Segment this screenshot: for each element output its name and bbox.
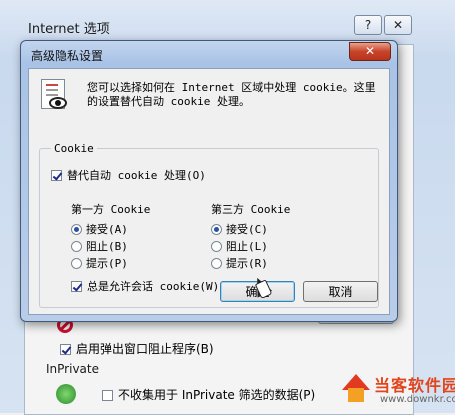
first-party-block-radio[interactable] (71, 241, 82, 252)
first-party-accept-label: 接受(A) (86, 223, 128, 236)
session-cookie-label: 总是允许会话 cookie(W) (87, 280, 220, 293)
first-party-block[interactable]: 阻止(B) (71, 238, 128, 254)
cancel-button[interactable]: 取消 (303, 281, 378, 302)
inprivate-icon (56, 384, 76, 404)
inprivate-option[interactable]: 不收集用于 InPrivate 筛选的数据(P) (102, 386, 315, 403)
popup-blocker-option[interactable]: 启用弹出窗口阻止程序(B) (60, 340, 214, 357)
popup-blocker-checkbox[interactable] (60, 344, 71, 355)
override-option[interactable]: 替代自动 cookie 处理(O) (51, 167, 206, 183)
popup-blocker-label: 启用弹出窗口阻止程序(B) (76, 342, 214, 356)
override-checkbox[interactable] (51, 170, 62, 181)
third-party-prompt-radio[interactable] (211, 258, 222, 269)
override-label: 替代自动 cookie 处理(O) (67, 169, 206, 182)
dialog-body: 您可以选择如何在 Internet 区域中处理 cookie。这里的设置替代自动… (28, 68, 390, 315)
first-party-header: 第一方 Cookie (71, 203, 151, 216)
first-party-block-label: 阻止(B) (86, 240, 128, 253)
first-party-prompt-label: 提示(P) (86, 257, 128, 270)
advanced-privacy-dialog: 高级隐私设置 ✕ 您可以选择如何在 Internet 区域中处理 cookie。… (20, 40, 398, 322)
window-title: Internet 选项 (28, 22, 110, 37)
session-cookie-checkbox[interactable] (71, 281, 82, 292)
first-party-prompt[interactable]: 提示(P) (71, 255, 128, 271)
eye-icon (49, 97, 67, 109)
third-party-block[interactable]: 阻止(L) (211, 238, 268, 254)
third-party-accept[interactable]: 接受(C) (211, 221, 268, 237)
dialog-close-button[interactable]: ✕ (349, 42, 391, 61)
inprivate-checkbox[interactable] (102, 390, 113, 401)
watermark: 当客软件园 www.downkr.com (342, 372, 455, 410)
third-party-prompt[interactable]: 提示(R) (211, 255, 268, 271)
third-party-header: 第三方 Cookie (211, 203, 291, 216)
third-party-accept-label: 接受(C) (226, 223, 268, 236)
third-party-accept-radio[interactable] (211, 224, 222, 235)
dialog-description: 您可以选择如何在 Internet 区域中处理 cookie。这里的设置替代自动… (87, 81, 376, 108)
first-party-accept-radio[interactable] (71, 224, 82, 235)
third-party-block-label: 阻止(L) (226, 240, 268, 253)
session-cookie-option[interactable]: 总是允许会话 cookie(W) (71, 278, 219, 294)
watermark-brand: 当客软件园 (374, 376, 455, 395)
dialog-title: 高级隐私设置 (31, 49, 104, 63)
help-button[interactable]: ? (354, 15, 382, 35)
inprivate-label: 不收集用于 InPrivate 筛选的数据(P) (118, 388, 316, 402)
window-close-button[interactable]: ✕ (384, 15, 412, 35)
cookie-group-label: Cookie (51, 142, 97, 155)
third-party-prompt-label: 提示(R) (226, 257, 268, 270)
inprivate-section-title: InPrivate (46, 362, 99, 376)
watermark-house-icon (342, 374, 370, 402)
first-party-prompt-radio[interactable] (71, 258, 82, 269)
watermark-url: www.downkr.com (380, 394, 455, 405)
third-party-block-radio[interactable] (211, 241, 222, 252)
first-party-accept[interactable]: 接受(A) (71, 221, 128, 237)
